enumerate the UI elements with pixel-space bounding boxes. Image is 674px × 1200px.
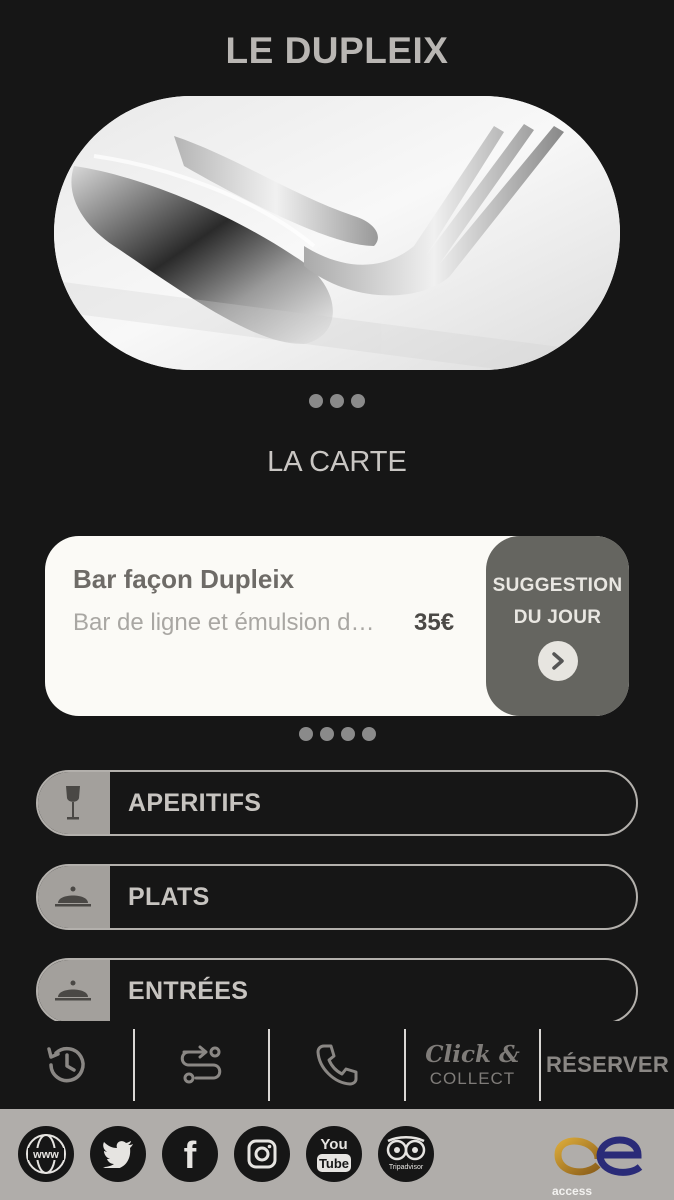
footer: www f You Tube Tripadvisor access (0, 1109, 674, 1200)
menu-item-entrees[interactable]: ENTRÉES (36, 958, 638, 1024)
dish-price: 35€ (414, 609, 455, 636)
click-collect-label: Click & (425, 1041, 520, 1068)
menu-item-label: PLATS (128, 883, 210, 911)
history-icon (46, 1046, 85, 1083)
youtube-icon[interactable]: You Tube (306, 1126, 362, 1182)
pagination-dot[interactable] (361, 727, 376, 741)
route-button[interactable] (135, 1021, 268, 1109)
page-title: LE DUPLEIX (225, 30, 449, 71)
route-icon (180, 1045, 221, 1084)
youtube-you: You (320, 1136, 347, 1153)
youtube-tube: Tube (319, 1156, 349, 1171)
hero-image[interactable] (54, 96, 620, 370)
cloche-icon (38, 960, 110, 1022)
phone-button[interactable] (270, 1021, 404, 1109)
tripadvisor-text: Tripadvisor (389, 1164, 424, 1171)
instagram-icon[interactable] (234, 1126, 290, 1182)
twitter-icon[interactable] (90, 1126, 146, 1182)
click-collect-button[interactable]: Click & COLLECT (406, 1021, 539, 1109)
pagination-dot[interactable] (340, 727, 355, 741)
menu-item-label: APERITIFS (128, 789, 262, 817)
section-title: LA CARTE (267, 446, 407, 478)
cloche-icon (38, 866, 110, 928)
suggestion-label: SUGGESTION (492, 575, 623, 596)
collect-label: COLLECT (429, 1069, 516, 1088)
pagination-dot[interactable] (351, 394, 365, 408)
dish-description: Bar de ligne et émulsion d… (73, 609, 375, 636)
www-icon[interactable]: www (18, 1126, 74, 1182)
pagination-dot[interactable] (319, 727, 334, 741)
facebook-icon[interactable]: f (162, 1126, 218, 1182)
logo-text: access (552, 1184, 592, 1197)
menu-item-aperitifs[interactable]: APERITIFS (36, 770, 638, 836)
www-text: www (32, 1149, 59, 1161)
reserve-label: RÉSERVER (545, 1052, 670, 1077)
menu-item-label: ENTRÉES (128, 977, 249, 1005)
wine-glass-icon (38, 772, 110, 834)
pagination-dot[interactable] (298, 727, 313, 741)
bottom-nav: Click & COLLECT RÉSERVER (0, 1021, 674, 1109)
reserve-button[interactable]: RÉSERVER (541, 1021, 674, 1109)
tripadvisor-icon[interactable]: Tripadvisor (378, 1126, 434, 1182)
history-button[interactable] (0, 1021, 133, 1109)
menu-item-plats[interactable]: PLATS (36, 864, 638, 930)
facebook-letter: f (183, 1134, 197, 1177)
suggestion-du-jour-panel[interactable]: SUGGESTION DU JOUR (486, 536, 629, 716)
dish-name: Bar façon Dupleix (73, 564, 295, 594)
chevron-right-icon[interactable] (537, 641, 578, 681)
hero-pagination[interactable] (0, 394, 674, 408)
pagination-dot[interactable] (309, 394, 323, 408)
pagination-dot[interactable] (330, 394, 344, 408)
access-logo: access (548, 1113, 660, 1198)
du-jour-label: DU JOUR (513, 607, 602, 628)
cutlery-image (54, 96, 620, 370)
suggestion-pagination[interactable] (0, 727, 674, 741)
suggestion-card[interactable]: Bar façon Dupleix Bar de ligne et émulsi… (45, 536, 629, 716)
phone-icon (316, 1044, 358, 1086)
